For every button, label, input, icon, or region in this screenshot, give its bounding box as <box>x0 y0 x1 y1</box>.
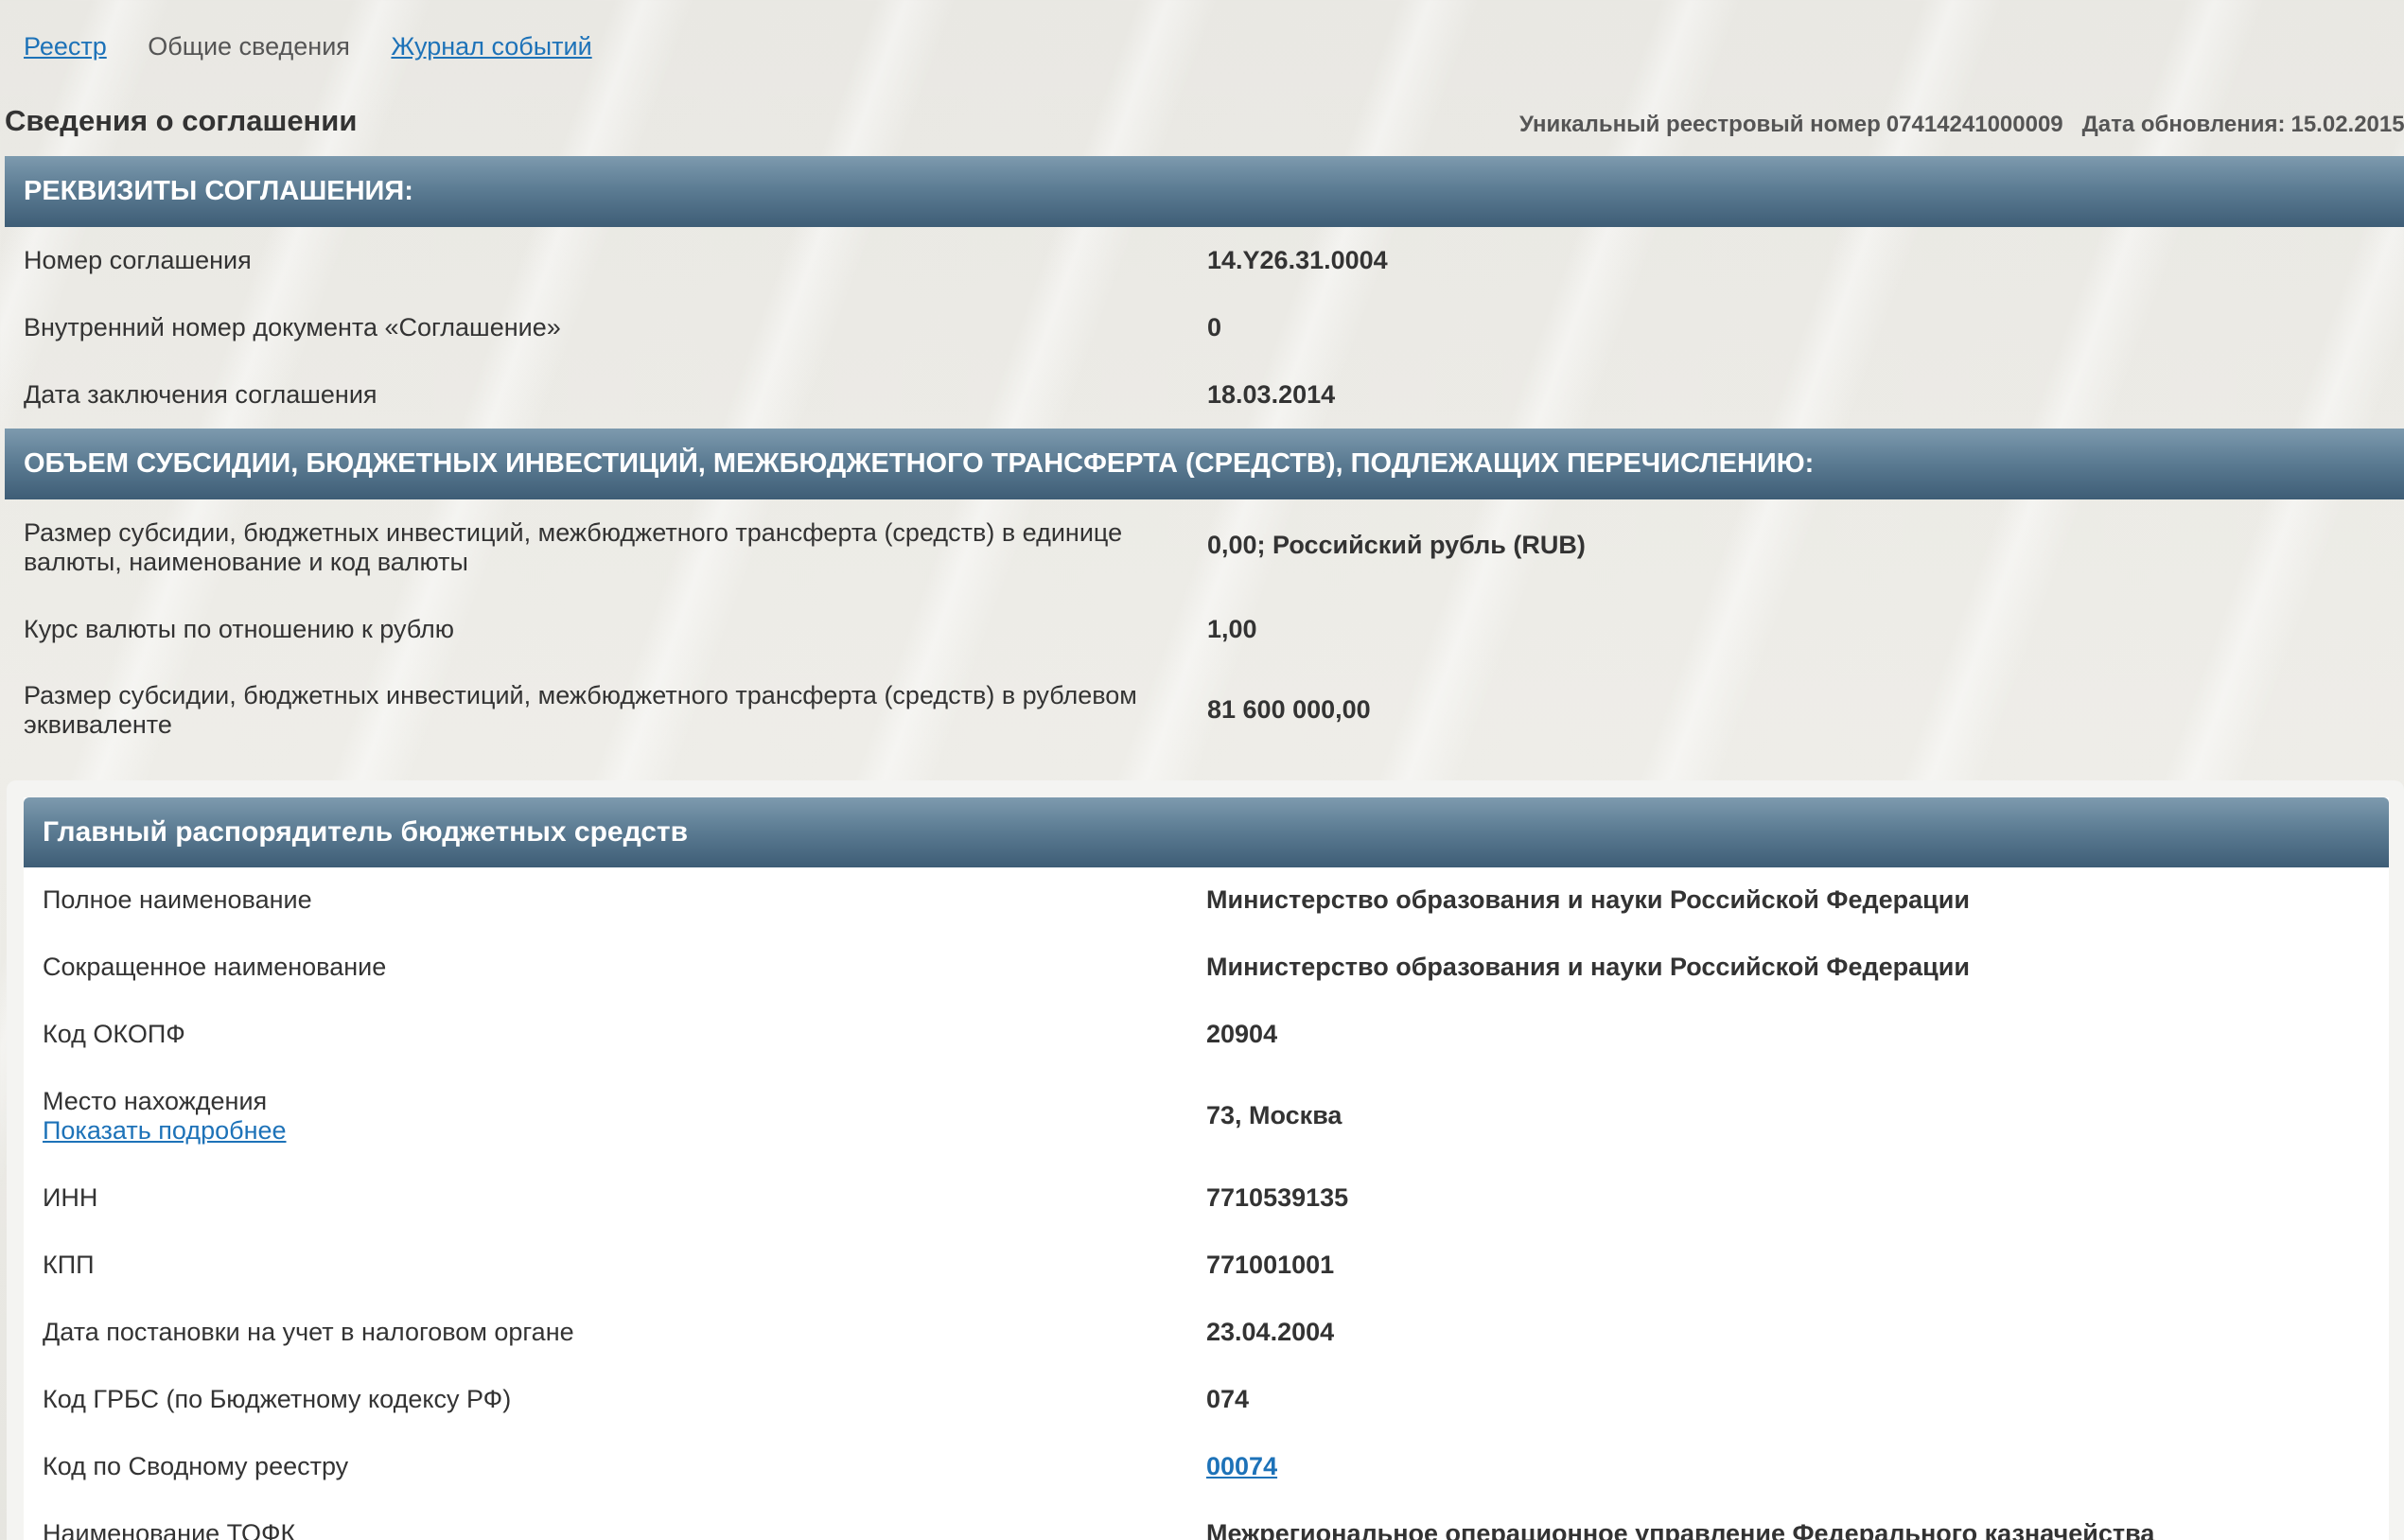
grbs-rows: Полное наименование Министерство образов… <box>24 867 2389 1540</box>
table-row: КПП 771001001 <box>24 1233 2389 1300</box>
row-value: 0,00; Российский рубль (RUB) <box>1207 531 1586 559</box>
row-value: 1,00 <box>1207 615 1257 643</box>
location-label: Место нахождения <box>43 1087 268 1115</box>
row-label: Размер субсидии, бюджетных инвестиций, м… <box>24 681 1137 739</box>
table-row: Наименование ТОФК Межрегиональное операц… <box>24 1501 2389 1540</box>
row-label: Размер субсидии, бюджетных инвестиций, м… <box>24 518 1123 576</box>
grbs-card-body: Главный распорядитель бюджетных средств … <box>24 797 2389 1540</box>
row-label: Сокращенное наименование <box>43 953 387 981</box>
section-header-volume: ОБЪЕМ СУБСИДИИ, БЮДЖЕТНЫХ ИНВЕСТИЦИЙ, МЕ… <box>5 429 2404 499</box>
table-row: Дата постановки на учет в налоговом орга… <box>24 1300 2389 1367</box>
table-row: ИНН 7710539135 <box>24 1165 2389 1233</box>
table-row: Место нахождения Показать подробнее 73, … <box>24 1069 2389 1165</box>
row-value: Министерство образования и науки Российс… <box>1206 953 1970 981</box>
update-date: 15.02.2015 <box>2290 112 2404 137</box>
show-more-link[interactable]: Показать подробнее <box>43 1116 1178 1146</box>
section-header-requisites: РЕКВИЗИТЫ СОГЛАШЕНИЯ: <box>5 156 2404 227</box>
row-value: 0 <box>1207 313 1222 341</box>
table-row: Полное наименование Министерство образов… <box>24 867 2389 935</box>
consolidated-registry-code-link[interactable]: 00074 <box>1206 1452 1277 1480</box>
page-header: Сведения о соглашении Уникальный реестро… <box>5 102 2404 140</box>
row-label: Код ГРБС (по Бюджетному кодексу РФ) <box>43 1385 512 1413</box>
row-value: 18.03.2014 <box>1207 380 1336 409</box>
nav-tabs: Реестр Общие сведения Журнал событий <box>24 32 626 61</box>
row-value: 771001001 <box>1206 1251 1335 1279</box>
row-label: Номер соглашения <box>24 246 252 274</box>
update-date-label: Дата обновления: <box>2081 112 2286 137</box>
table-row: Внутренний номер документа «Соглашение» … <box>5 294 2404 361</box>
row-value: 074 <box>1206 1385 1250 1413</box>
registry-number: 07414241000009 <box>1886 112 2063 137</box>
row-label: Дата постановки на учет в налоговом орга… <box>43 1318 574 1346</box>
row-value: 81 600 000,00 <box>1207 695 1371 724</box>
table-row: Сокращенное наименование Министерство об… <box>24 935 2389 1002</box>
row-value: 7710539135 <box>1206 1183 1349 1212</box>
tab-event-log[interactable]: Журнал событий <box>391 32 591 61</box>
row-value: 20904 <box>1206 1020 1278 1048</box>
volume-rows: Размер субсидии, бюджетных инвестиций, м… <box>5 499 2404 757</box>
row-value: 14.Y26.31.0004 <box>1207 246 1388 274</box>
section-header-grbs: Главный распорядитель бюджетных средств <box>24 797 2389 867</box>
row-value: 73, Москва <box>1206 1101 1342 1129</box>
grbs-card: Главный распорядитель бюджетных средств … <box>7 780 2404 1540</box>
row-label: Дата заключения соглашения <box>24 380 377 409</box>
row-label: Наименование ТОФК <box>43 1519 296 1540</box>
row-label: Место нахождения Показать подробнее <box>43 1087 1178 1146</box>
header-meta: Уникальный реестровый номер 0741424100000… <box>1519 112 2404 138</box>
table-row: Размер субсидии, бюджетных инвестиций, м… <box>5 662 2404 757</box>
row-label: Полное наименование <box>43 885 312 914</box>
row-label: КПП <box>43 1251 95 1279</box>
row-label: Внутренний номер документа «Соглашение» <box>24 313 561 341</box>
registry-number-label: Уникальный реестровый номер <box>1519 112 1881 137</box>
table-row: Размер субсидии, бюджетных инвестиций, м… <box>5 499 2404 594</box>
table-row: Номер соглашения 14.Y26.31.0004 <box>5 227 2404 294</box>
table-row: Код по Сводному реестру 00074 <box>24 1434 2389 1501</box>
row-label: Курс валюты по отношению к рублю <box>24 615 455 643</box>
table-row: Код ОКОПФ 20904 <box>24 1002 2389 1069</box>
row-label: Код ОКОПФ <box>43 1020 185 1048</box>
row-label: Код по Сводному реестру <box>43 1452 349 1480</box>
page-title: Сведения о соглашении <box>5 104 358 137</box>
row-value: Министерство образования и науки Российс… <box>1206 885 1970 914</box>
row-value: Межрегиональное операционное управление … <box>1206 1519 2155 1540</box>
table-row: Дата заключения соглашения 18.03.2014 <box>5 361 2404 429</box>
table-row: Курс валюты по отношению к рублю 1,00 <box>5 594 2404 662</box>
requisites-rows: Номер соглашения 14.Y26.31.0004 Внутренн… <box>5 227 2404 429</box>
row-label: ИНН <box>43 1183 98 1212</box>
table-row: Код ГРБС (по Бюджетному кодексу РФ) 074 <box>24 1367 2389 1434</box>
row-value: 23.04.2004 <box>1206 1318 1335 1346</box>
row-value: 00074 <box>1206 1452 1277 1481</box>
tab-registry[interactable]: Реестр <box>24 32 107 61</box>
tab-general-info[interactable]: Общие сведения <box>148 32 350 61</box>
